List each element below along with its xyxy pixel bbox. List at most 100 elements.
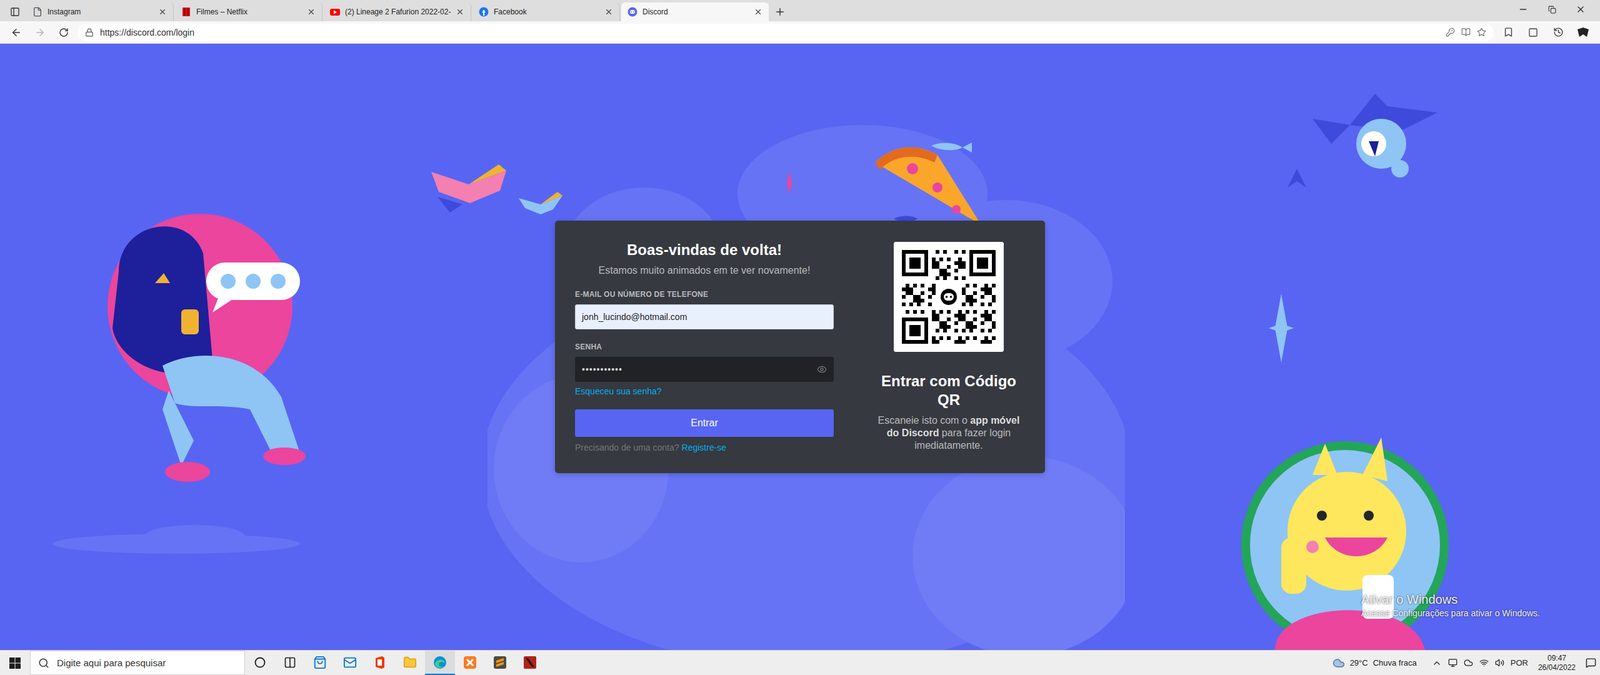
new-tab-button[interactable] [770,2,790,22]
collections-icon [1528,27,1539,38]
qr-box [893,241,1004,352]
tab-actions[interactable] [5,2,25,22]
date: 26/04/2022 [1538,663,1576,673]
sparkle-icon [781,171,798,195]
screen: Instagram Filmes – Netflix (2) Lineage 2 F… [0,0,1600,675]
nav-button[interactable] [53,23,74,42]
email-input[interactable]: jonh_lucindo@hotmail.com [575,304,834,330]
books-icon [425,159,588,222]
close-icon[interactable] [306,7,316,17]
login-subtitle: Estamos muito animados em te ver novamen… [575,264,834,277]
taskbar-app[interactable] [485,650,515,675]
weather[interactable]: 29°C Chuva fraca [1332,656,1417,670]
pizza-icon [868,137,1007,232]
qr-title: Entrar com Código QR [873,371,1024,410]
email-value: jonh_lucindo@hotmail.com [581,311,827,322]
taskbar-app[interactable] [515,650,545,675]
history-button[interactable] [1547,23,1569,42]
taskbar-app[interactable] [245,650,275,675]
taskbar-app[interactable] [305,650,335,675]
search-icon [38,657,50,669]
volume-icon[interactable] [1495,658,1505,668]
time: 09:47 [1547,653,1567,664]
taskbar-app[interactable] [455,650,485,675]
explorer-icon [403,655,417,670]
collections-button[interactable] [1522,23,1544,42]
browser-tab[interactable]: Facebook [472,2,620,22]
onedrive-icon[interactable] [1463,658,1474,668]
close-icon[interactable] [604,7,614,17]
back-icon [10,26,22,39]
chevron-up-icon[interactable] [1431,658,1442,669]
minimize-button[interactable] [1508,0,1538,19]
youtube-icon [330,6,340,17]
password-input[interactable]: ••••••••••• [575,356,834,382]
browser-tab[interactable]: Instagram [26,2,174,22]
display-icon[interactable] [1448,658,1458,668]
address-bar[interactable]: https://discord.com/login [77,23,1494,42]
cloud-icon [1332,656,1345,670]
restore-button[interactable] [1537,0,1567,19]
page-icon [32,6,43,17]
email-label: E-MAIL OU NÚMERO DE TELEFONE [575,289,834,300]
qr-code-icon [893,241,1004,352]
windows-icon [9,657,21,669]
facebook-icon [478,6,489,17]
task-view-icon [283,656,297,669]
taskbar-app[interactable] [395,650,425,675]
clock[interactable]: 09:4726/04/2022 [1534,653,1580,673]
eye-icon[interactable] [816,364,827,375]
watermark-subtitle: Acesse Configurações para ativar o Windo… [1361,607,1540,619]
store-icon [313,655,327,670]
tab-label: Filmes – Netflix [196,7,302,17]
weather-condition: Chuva fraca [1373,658,1417,668]
taskbar-app[interactable] [275,650,305,675]
favorites-button[interactable] [1497,23,1519,42]
close-icon[interactable] [455,7,465,17]
favorites-icon [1503,26,1514,38]
plus-icon [774,6,786,18]
login-card: Boas-vindas de volta!Estamos muito anima… [555,220,1045,474]
activation-watermark: Ativar o WindowsAcesse Configurações par… [1361,591,1540,619]
register-link[interactable]: Registre-se [681,441,727,454]
favorite-icon[interactable] [1476,27,1487,37]
taskbar: Digite aqui para pesquisar 29°C Chuva frac… [0,650,1600,675]
profile-button[interactable] [1572,23,1594,42]
weather-temp: 29°C [1350,658,1369,668]
extension-icon [1576,26,1590,39]
close-icon[interactable] [158,7,167,17]
close-icon[interactable] [753,7,763,17]
taskbar-app[interactable] [335,650,365,675]
reload-icon [58,27,69,38]
start-button[interactable] [0,650,30,675]
office-icon [373,655,387,670]
taskbar-app[interactable] [365,650,395,675]
close-window-button[interactable] [1566,0,1595,19]
tab-label: Discord [642,7,749,17]
minimize-icon [1518,4,1529,15]
browser-tab[interactable]: (2) Lineage 2 Fafurion 2022-02- [323,2,472,22]
netflix-icon [181,6,192,17]
language[interactable]: POR [1510,658,1529,668]
person-illustration-icon [93,203,357,497]
nav-button[interactable] [6,23,27,42]
qr-text: Escaneie isto com o app móvel do Discord… [873,414,1024,452]
tab-label: (2) Lineage 2 Fafurion 2022-02- [345,7,451,17]
taskbar-app[interactable] [425,650,455,675]
close-icon [1575,4,1586,15]
qr-text-bold: app móvel do Discord [886,415,1020,439]
register-row: Precisando de uma conta?Registre-se [575,441,834,454]
key-icon[interactable] [1445,27,1455,37]
sparkle-icon [1268,293,1294,363]
taskbar-search[interactable]: Digite aqui para pesquisar [30,650,245,675]
notifications-icon[interactable] [1585,657,1597,669]
sublime-icon [493,655,507,670]
forgot-password-link[interactable]: Esqueceu sua senha? [575,385,662,397]
browser-tab[interactable]: Filmes – Netflix [175,2,323,22]
edge-icon [433,655,447,670]
read-aloud-icon[interactable] [1461,27,1471,37]
cortana-icon [254,656,266,669]
browser-tab[interactable]: Discord [621,2,769,22]
login-button[interactable]: Entrar [575,409,834,437]
network-icon[interactable] [1479,658,1489,668]
